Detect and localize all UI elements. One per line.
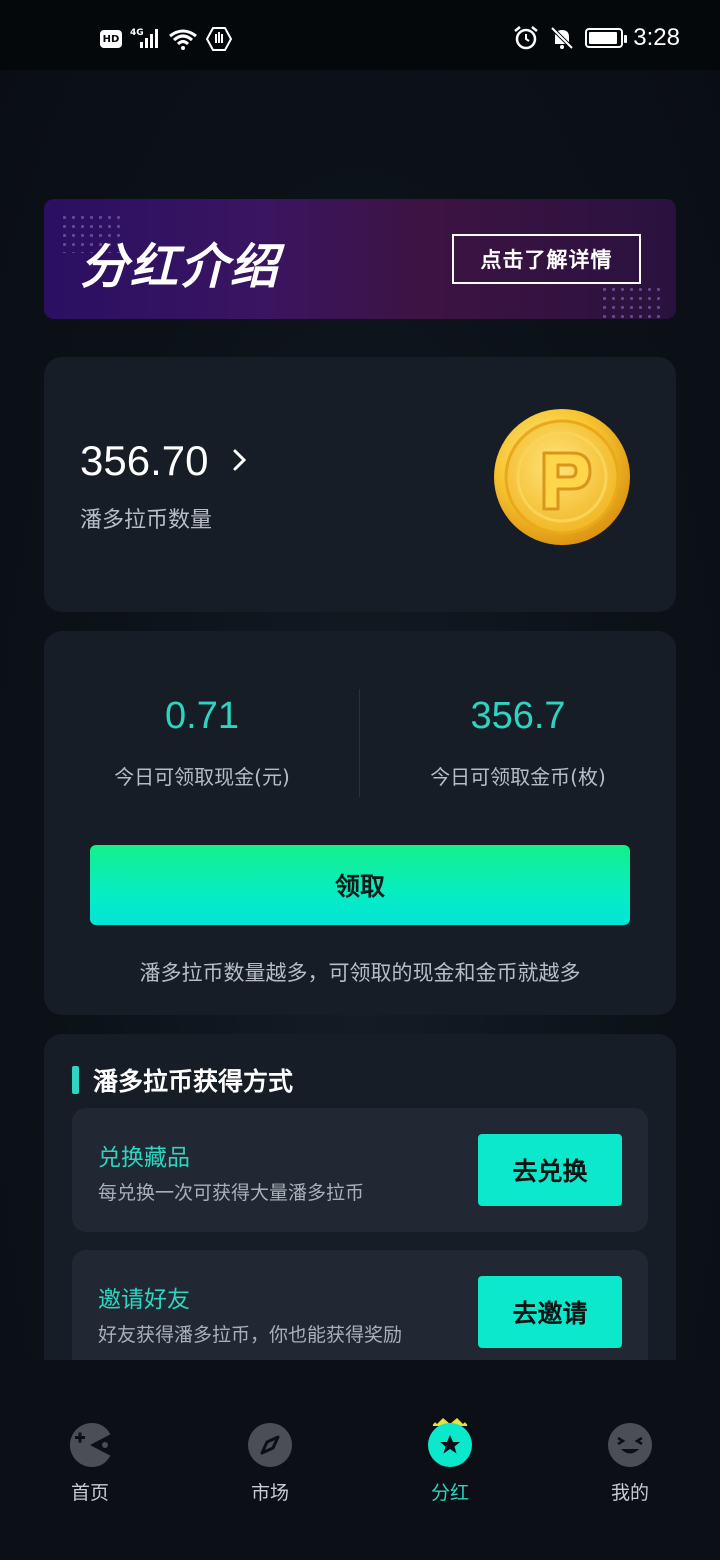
way-desc: 好友获得潘多拉币，你也能获得奖励 — [98, 1324, 403, 1346]
nav-label: 首页 — [70, 1482, 109, 1504]
balance-card[interactable]: 356.70 潘多拉币数量 — [44, 357, 676, 612]
battery-icon — [585, 28, 628, 48]
balance-label: 潘多拉币数量 — [80, 508, 213, 533]
coin-label: 今日可领取金币(枚) — [430, 765, 606, 789]
status-right: 3:28 — [513, 24, 680, 52]
claim-note: 潘多拉币数量越多，可领取的现金和金币就越多 — [139, 961, 581, 985]
pacman-icon — [69, 1423, 111, 1467]
nav-label: 分红 — [430, 1482, 469, 1504]
way-title: 邀请好友 — [98, 1287, 190, 1313]
cash-stat: 0.71 今日可领取现金(元) — [44, 691, 360, 790]
coin-stat: 356.7 今日可领取金币(枚) — [360, 691, 676, 790]
gold-coin-icon — [494, 409, 630, 545]
mute-bell-icon — [550, 26, 574, 50]
hand-icon — [206, 27, 232, 51]
wifi-icon — [169, 29, 197, 50]
nav-item-mine[interactable]: 我的 — [570, 1422, 690, 1505]
crown-star-icon — [428, 1418, 472, 1467]
nav-label: 市场 — [250, 1482, 289, 1504]
list-item-exchange: 兑换藏品 每兑换一次可获得大量潘多拉币 去兑换 — [72, 1108, 648, 1232]
list-item-invite: 邀请好友 好友获得潘多拉币，你也能获得奖励 去邀请 — [72, 1250, 648, 1374]
svg-text:4G: 4G — [130, 28, 144, 38]
dividend-intro-banner[interactable]: 分红介绍 点击了解详情 — [44, 199, 676, 319]
earn-methods-card: 潘多拉币获得方式 兑换藏品 每兑换一次可获得大量潘多拉币 去兑换 邀请好友 好友… — [44, 1034, 676, 1374]
nav-item-home[interactable]: 首页 — [30, 1422, 150, 1505]
smiley-icon — [608, 1423, 652, 1467]
status-bar: HD 4G 3:28 — [0, 0, 720, 70]
cash-value: 0.71 — [165, 695, 239, 737]
hd-icon: HD — [100, 30, 122, 48]
banner-dots-decoration — [600, 285, 660, 319]
section-accent-bar — [72, 1066, 79, 1094]
way-title: 兑换藏品 — [98, 1145, 190, 1171]
way-desc: 每兑换一次可获得大量潘多拉币 — [98, 1182, 365, 1204]
earn-methods-title: 潘多拉币获得方式 — [93, 1067, 294, 1096]
status-left: HD 4G — [100, 26, 232, 52]
learn-more-button[interactable]: 点击了解详情 — [452, 234, 641, 284]
cash-label: 今日可领取现金(元) — [114, 765, 290, 789]
coin-value: 356.7 — [470, 695, 566, 737]
balance-value[interactable]: 356.70 — [80, 437, 208, 485]
alarm-icon — [514, 26, 539, 50]
compass-icon — [248, 1423, 292, 1467]
invite-button[interactable]: 去邀请 — [478, 1276, 622, 1348]
banner-title: 分红介绍 — [80, 239, 281, 295]
bottom-nav: 首页 市场 分红 我的 — [0, 1360, 720, 1560]
claim-button[interactable]: 领取 — [90, 845, 630, 925]
claim-card: 0.71 今日可领取现金(元) 356.7 今日可领取金币(枚) 领取 潘多拉币… — [44, 631, 676, 1015]
nav-item-market[interactable]: 市场 — [210, 1422, 330, 1505]
dividend-page: HD 4G 3:28 分红介绍 点击了解详情 356.70 潘多拉币数量 0.7… — [0, 0, 720, 1560]
exchange-button[interactable]: 去兑换 — [478, 1134, 622, 1206]
nav-item-dividend[interactable]: 分红 — [390, 1418, 510, 1505]
status-time: 3:28 — [633, 24, 680, 51]
chevron-right-icon[interactable] — [232, 445, 248, 475]
signal-icon: 4G — [130, 28, 158, 48]
earn-methods-header: 潘多拉币获得方式 — [72, 1062, 293, 1098]
nav-label: 我的 — [610, 1482, 649, 1504]
